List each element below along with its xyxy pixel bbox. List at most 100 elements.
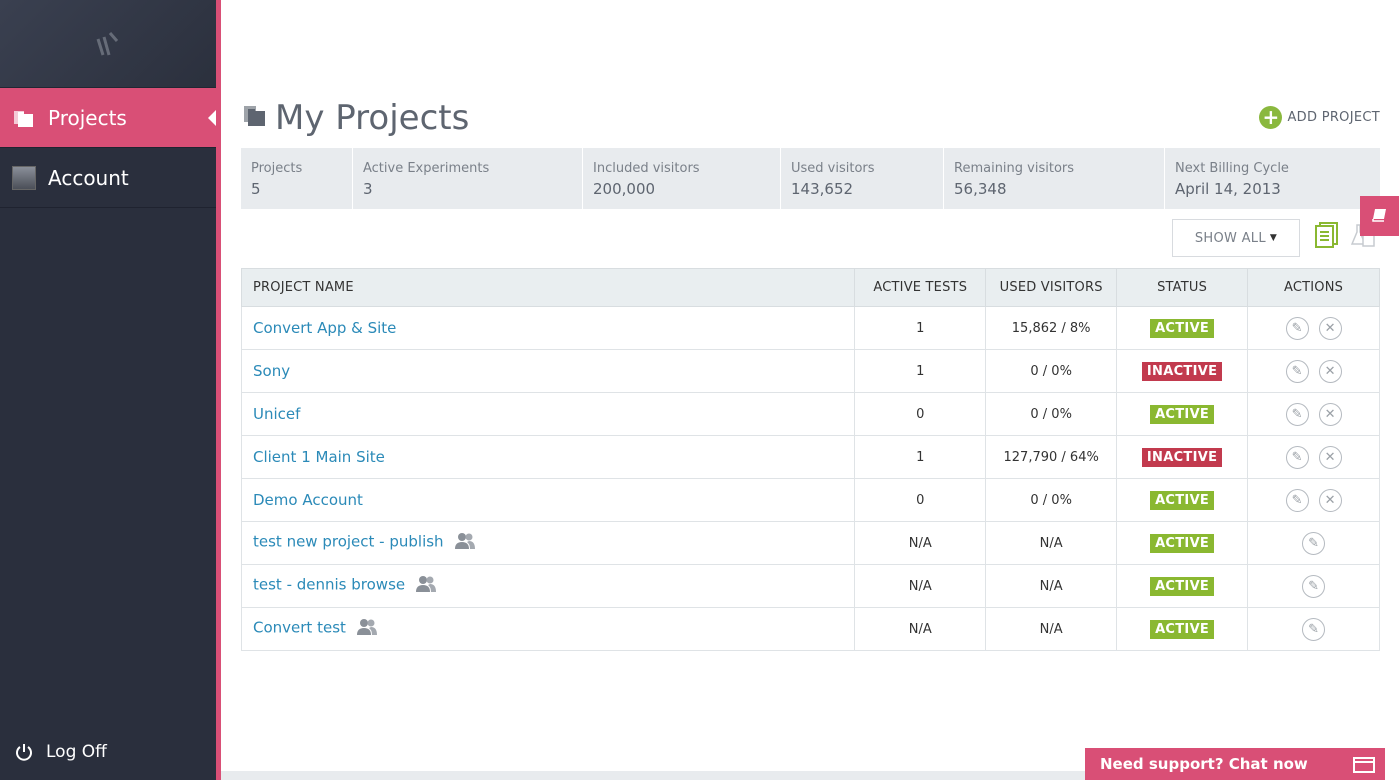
stat-value: 5 bbox=[251, 180, 261, 198]
table-row: Sony 1 0 / 0% INACTIVE ✎ ✕ bbox=[240, 349, 1380, 393]
stat-projects: Projects 5 bbox=[241, 148, 353, 209]
status-badge: ACTIVE bbox=[1150, 576, 1215, 596]
stats-bar: Projects 5 Active Experiments 3 Included… bbox=[241, 148, 1380, 209]
used-visitors-cell: N/A bbox=[985, 564, 1118, 608]
column-header-active-tests[interactable]: ACTIVE TESTS bbox=[854, 268, 987, 307]
shared-users-icon bbox=[415, 575, 437, 597]
show-all-label: SHOW ALL bbox=[1194, 230, 1266, 246]
logoff-label: Log Off bbox=[46, 742, 107, 762]
add-project-label: ADD PROJECT bbox=[1287, 110, 1380, 125]
active-tests-cell: 0 bbox=[854, 478, 987, 522]
stat-label: Next Billing Cycle bbox=[1175, 161, 1289, 176]
logo-icon bbox=[96, 31, 119, 55]
column-header-project-name[interactable]: PROJECT NAME bbox=[240, 268, 856, 307]
delete-icon[interactable]: ✕ bbox=[1318, 445, 1342, 469]
table-row: test - dennis browse N/A N/A ACTIVE ✎ bbox=[240, 564, 1380, 608]
status-badge: INACTIVE bbox=[1141, 447, 1223, 467]
active-tests-cell: N/A bbox=[854, 564, 987, 608]
status-badge: ACTIVE bbox=[1150, 533, 1215, 553]
stat-used-visitors: Used visitors 143,652 bbox=[781, 148, 944, 209]
plus-icon: + bbox=[1259, 106, 1283, 129]
delete-icon[interactable]: ✕ bbox=[1318, 316, 1342, 340]
sidebar-item-account[interactable]: Account bbox=[0, 148, 216, 208]
footer-strip bbox=[221, 771, 1085, 780]
edit-icon[interactable]: ✎ bbox=[1285, 402, 1309, 426]
edit-icon[interactable]: ✎ bbox=[1285, 445, 1309, 469]
active-tests-cell: 0 bbox=[854, 392, 987, 436]
table-header-row: PROJECT NAME ACTIVE TESTS USED VISITORS … bbox=[240, 268, 1380, 307]
delete-icon[interactable]: ✕ bbox=[1318, 402, 1342, 426]
active-tests-cell: 1 bbox=[854, 349, 987, 393]
support-chat-button[interactable]: Need support? Chat now bbox=[1085, 748, 1385, 780]
project-link[interactable]: test - dennis browse bbox=[253, 576, 405, 594]
stat-label: Active Experiments bbox=[363, 161, 490, 176]
stat-remaining-visitors: Remaining visitors 56,348 bbox=[944, 148, 1165, 209]
list-view-icon[interactable] bbox=[1315, 222, 1339, 252]
sidebar-item-label: Projects bbox=[48, 105, 127, 130]
column-header-status[interactable]: STATUS bbox=[1116, 268, 1249, 307]
used-visitors-cell: 15,862 / 8% bbox=[985, 306, 1118, 350]
window-icon bbox=[1353, 757, 1375, 773]
active-tests-cell: N/A bbox=[854, 521, 987, 565]
status-badge: ACTIVE bbox=[1150, 404, 1215, 424]
table-row: Demo Account 0 0 / 0% ACTIVE ✎ ✕ bbox=[240, 478, 1380, 522]
avatar bbox=[12, 165, 36, 190]
project-link[interactable]: Client 1 Main Site bbox=[253, 448, 385, 466]
stat-included-visitors: Included visitors 200,000 bbox=[583, 148, 781, 209]
used-visitors-cell: 0 / 0% bbox=[985, 349, 1118, 393]
add-project-button[interactable]: + ADD PROJECT bbox=[1259, 106, 1380, 129]
stat-label: Included visitors bbox=[593, 161, 700, 176]
sidebar: Projects Account Log Off bbox=[0, 0, 217, 780]
edit-icon[interactable]: ✎ bbox=[1285, 316, 1309, 340]
edit-icon[interactable]: ✎ bbox=[1302, 574, 1326, 598]
page-title: My Projects bbox=[275, 98, 470, 138]
edit-icon[interactable]: ✎ bbox=[1302, 617, 1326, 641]
stat-label: Projects bbox=[251, 161, 303, 176]
used-visitors-cell: 127,790 / 64% bbox=[985, 435, 1118, 479]
active-tests-cell: 1 bbox=[854, 435, 987, 479]
edit-icon[interactable]: ✎ bbox=[1302, 531, 1326, 555]
active-tests-cell: 1 bbox=[854, 306, 987, 350]
book-icon bbox=[1371, 207, 1388, 226]
stat-value: 3 bbox=[363, 180, 373, 198]
folders-icon bbox=[241, 104, 267, 132]
table-row: Unicef 0 0 / 0% ACTIVE ✎ ✕ bbox=[240, 392, 1380, 436]
stat-active-experiments: Active Experiments 3 bbox=[353, 148, 583, 209]
table-row: test new project - publish N/A N/A ACTIV… bbox=[240, 521, 1380, 565]
table-row: Convert App & Site 1 15,862 / 8% ACTIVE … bbox=[240, 306, 1380, 350]
active-tests-cell: N/A bbox=[854, 607, 987, 651]
used-visitors-cell: N/A bbox=[985, 521, 1118, 565]
project-link[interactable]: Demo Account bbox=[253, 491, 363, 509]
stat-label: Used visitors bbox=[791, 161, 875, 176]
project-link[interactable]: Sony bbox=[253, 362, 290, 380]
project-link[interactable]: Convert App & Site bbox=[253, 319, 396, 337]
stat-value: 56,348 bbox=[954, 180, 1007, 198]
main-content: My Projects + ADD PROJECT Projects 5 Act… bbox=[240, 0, 1380, 780]
column-header-used-visitors[interactable]: USED VISITORS bbox=[985, 268, 1118, 307]
delete-icon[interactable]: ✕ bbox=[1318, 488, 1342, 512]
used-visitors-cell: N/A bbox=[985, 607, 1118, 651]
sidebar-accent-bar bbox=[216, 0, 221, 780]
show-all-dropdown[interactable]: SHOW ALL ▼ bbox=[1172, 219, 1300, 257]
project-link[interactable]: Convert test bbox=[253, 619, 346, 637]
status-badge: ACTIVE bbox=[1150, 318, 1215, 338]
edit-icon[interactable]: ✎ bbox=[1285, 488, 1309, 512]
used-visitors-cell: 0 / 0% bbox=[985, 392, 1118, 436]
sidebar-item-projects[interactable]: Projects bbox=[0, 88, 217, 148]
feedback-tab[interactable] bbox=[1360, 196, 1399, 236]
stat-value: April 14, 2013 bbox=[1175, 180, 1281, 198]
project-link[interactable]: test new project - publish bbox=[253, 533, 444, 551]
stat-label: Remaining visitors bbox=[954, 161, 1075, 176]
logo[interactable] bbox=[0, 0, 216, 88]
status-badge: ACTIVE bbox=[1150, 619, 1215, 639]
logoff-button[interactable]: Log Off bbox=[12, 740, 107, 764]
power-icon bbox=[12, 740, 36, 764]
stat-value: 200,000 bbox=[593, 180, 656, 198]
projects-table: PROJECT NAME ACTIVE TESTS USED VISITORS … bbox=[240, 268, 1380, 651]
table-row: Client 1 Main Site 1 127,790 / 64% INACT… bbox=[240, 435, 1380, 479]
project-link[interactable]: Unicef bbox=[253, 405, 300, 423]
used-visitors-cell: 0 / 0% bbox=[985, 478, 1118, 522]
edit-icon[interactable]: ✎ bbox=[1285, 359, 1309, 383]
delete-icon[interactable]: ✕ bbox=[1318, 359, 1342, 383]
page-header: My Projects + ADD PROJECT bbox=[241, 96, 1380, 140]
